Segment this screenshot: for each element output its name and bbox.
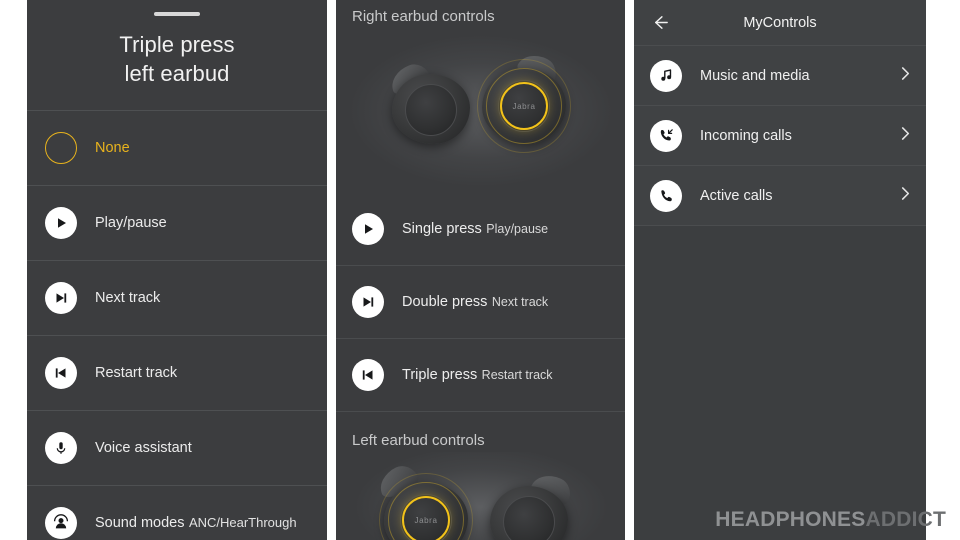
page-title-line2: left earbud (124, 61, 230, 86)
right-panel-empty-area (634, 226, 926, 540)
right-panel-mycontrols: MyControls Music and media Incoming call… (634, 0, 926, 540)
control-row-double-press[interactable]: Double press Next track (336, 266, 625, 338)
next-track-icon (45, 282, 77, 314)
option-label: Sound modes (95, 514, 185, 531)
earbud-active[interactable]: Jabra (477, 48, 571, 153)
right-earbud-illustration: Jabra (336, 28, 625, 193)
control-labels: Triple press Restart track (402, 366, 553, 385)
sound-modes-icon (45, 507, 77, 539)
option-label: None (95, 139, 130, 156)
nav-item-label: Incoming calls (700, 127, 792, 144)
play-icon (45, 207, 77, 239)
option-label: Restart track (95, 364, 178, 381)
microphone-icon (45, 432, 77, 464)
chevron-right-icon (899, 125, 912, 147)
screenshot-stage: Triple press left earbud None Play/pause (0, 0, 960, 540)
control-sublabel: Next track (491, 294, 549, 309)
section-heading-left-earbud: Left earbud controls (352, 432, 485, 449)
option-label: Next track (95, 289, 161, 306)
option-row-next-track[interactable]: Next track (27, 261, 327, 335)
music-note-icon (650, 59, 682, 92)
nav-item-label: Active calls (700, 187, 773, 204)
option-labels: Sound modes ANC/HearThrough (95, 514, 297, 533)
nav-item-label: Music and media (700, 67, 810, 84)
page-title: Triple press left earbud (27, 0, 327, 110)
option-labels: Next track (95, 289, 160, 308)
option-labels: Play/pause (95, 214, 167, 233)
left-earbud-illustration: Jabra (336, 452, 625, 540)
chevron-right-icon (899, 65, 912, 87)
earbud-inactive (386, 59, 470, 144)
option-labels: Voice assistant (95, 439, 192, 458)
nav-item-music-and-media[interactable]: Music and media (634, 46, 926, 105)
control-title: Triple press (402, 366, 478, 383)
option-sublabel: ANC/HearThrough (188, 514, 297, 530)
option-row-restart-track[interactable]: Restart track (27, 336, 327, 410)
play-icon (352, 213, 384, 245)
option-row-play-pause[interactable]: Play/pause (27, 186, 327, 260)
control-labels: Single press Play/pause (402, 220, 548, 239)
restart-track-icon (352, 359, 384, 391)
option-labels: Restart track (95, 364, 177, 383)
option-labels: None (95, 139, 130, 158)
option-row-sound-modes[interactable]: Sound modes ANC/HearThrough (27, 486, 327, 540)
app-bar: MyControls (634, 0, 926, 45)
empty-circle-icon (45, 132, 77, 164)
earbud-inactive (490, 468, 576, 540)
middle-panel-earbud-controls: Right earbud controls Jabra Single press… (336, 0, 625, 540)
control-row-triple-press[interactable]: Triple press Restart track (336, 339, 625, 411)
watermark-part1: HEADPHONES (715, 508, 866, 531)
drag-handle[interactable] (154, 12, 200, 16)
watermark-part2: ADDICT (865, 508, 946, 531)
chevron-right-icon (899, 185, 912, 207)
restart-track-icon (45, 357, 77, 389)
nav-item-incoming-calls[interactable]: Incoming calls (634, 106, 926, 165)
incoming-call-icon (650, 119, 682, 152)
control-row-single-press[interactable]: Single press Play/pause (336, 193, 625, 265)
earbud-touch-disc (405, 84, 457, 136)
option-label: Play/pause (95, 214, 167, 231)
page-title-line1: Triple press (119, 32, 235, 57)
earbud-touch-disc (503, 496, 555, 540)
control-sublabel: Play/pause (486, 221, 549, 236)
watermark: HEADPHONESADDICT (715, 509, 946, 530)
control-title: Single press (402, 220, 482, 237)
option-row-none[interactable]: None (27, 111, 327, 185)
back-arrow-icon[interactable] (640, 3, 680, 43)
nav-item-active-calls[interactable]: Active calls (634, 166, 926, 225)
section-heading-right-earbud: Right earbud controls (352, 8, 495, 25)
brand-label: Jabra (512, 101, 536, 111)
brand-label: Jabra (414, 515, 438, 525)
control-labels: Double press Next track (402, 293, 548, 312)
option-label: Voice assistant (95, 439, 192, 456)
control-title: Double press (402, 293, 488, 310)
earbud-active[interactable]: Jabra (374, 460, 473, 540)
left-panel-action-picker: Triple press left earbud None Play/pause (27, 0, 327, 540)
next-track-icon (352, 286, 384, 318)
phone-icon (650, 179, 682, 212)
option-row-voice-assistant[interactable]: Voice assistant (27, 411, 327, 485)
control-sublabel: Restart track (481, 367, 553, 382)
